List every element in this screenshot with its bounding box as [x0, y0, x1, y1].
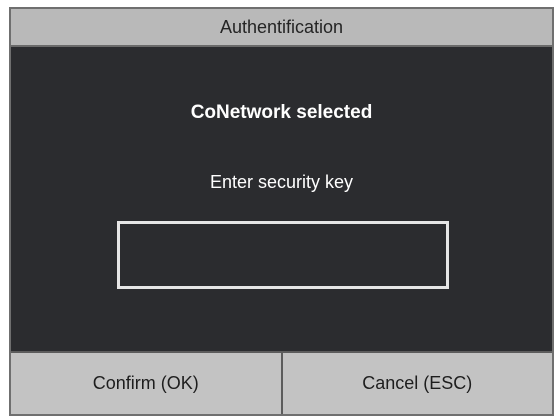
confirm-button[interactable]: Confirm (OK)	[11, 353, 281, 414]
cancel-button[interactable]: Cancel (ESC)	[282, 353, 552, 414]
authentication-dialog: Authentification CoNetwork selected Ente…	[9, 7, 554, 416]
dialog-body: CoNetwork selected Enter security key	[11, 47, 552, 353]
dialog-button-row: Confirm (OK) Cancel (ESC)	[11, 351, 552, 414]
security-key-prompt: Enter security key	[209, 172, 354, 192]
security-key-input[interactable]	[117, 221, 449, 289]
selected-network-label: CoNetwork selected	[190, 102, 373, 123]
dialog-title: Authentification	[11, 9, 552, 47]
